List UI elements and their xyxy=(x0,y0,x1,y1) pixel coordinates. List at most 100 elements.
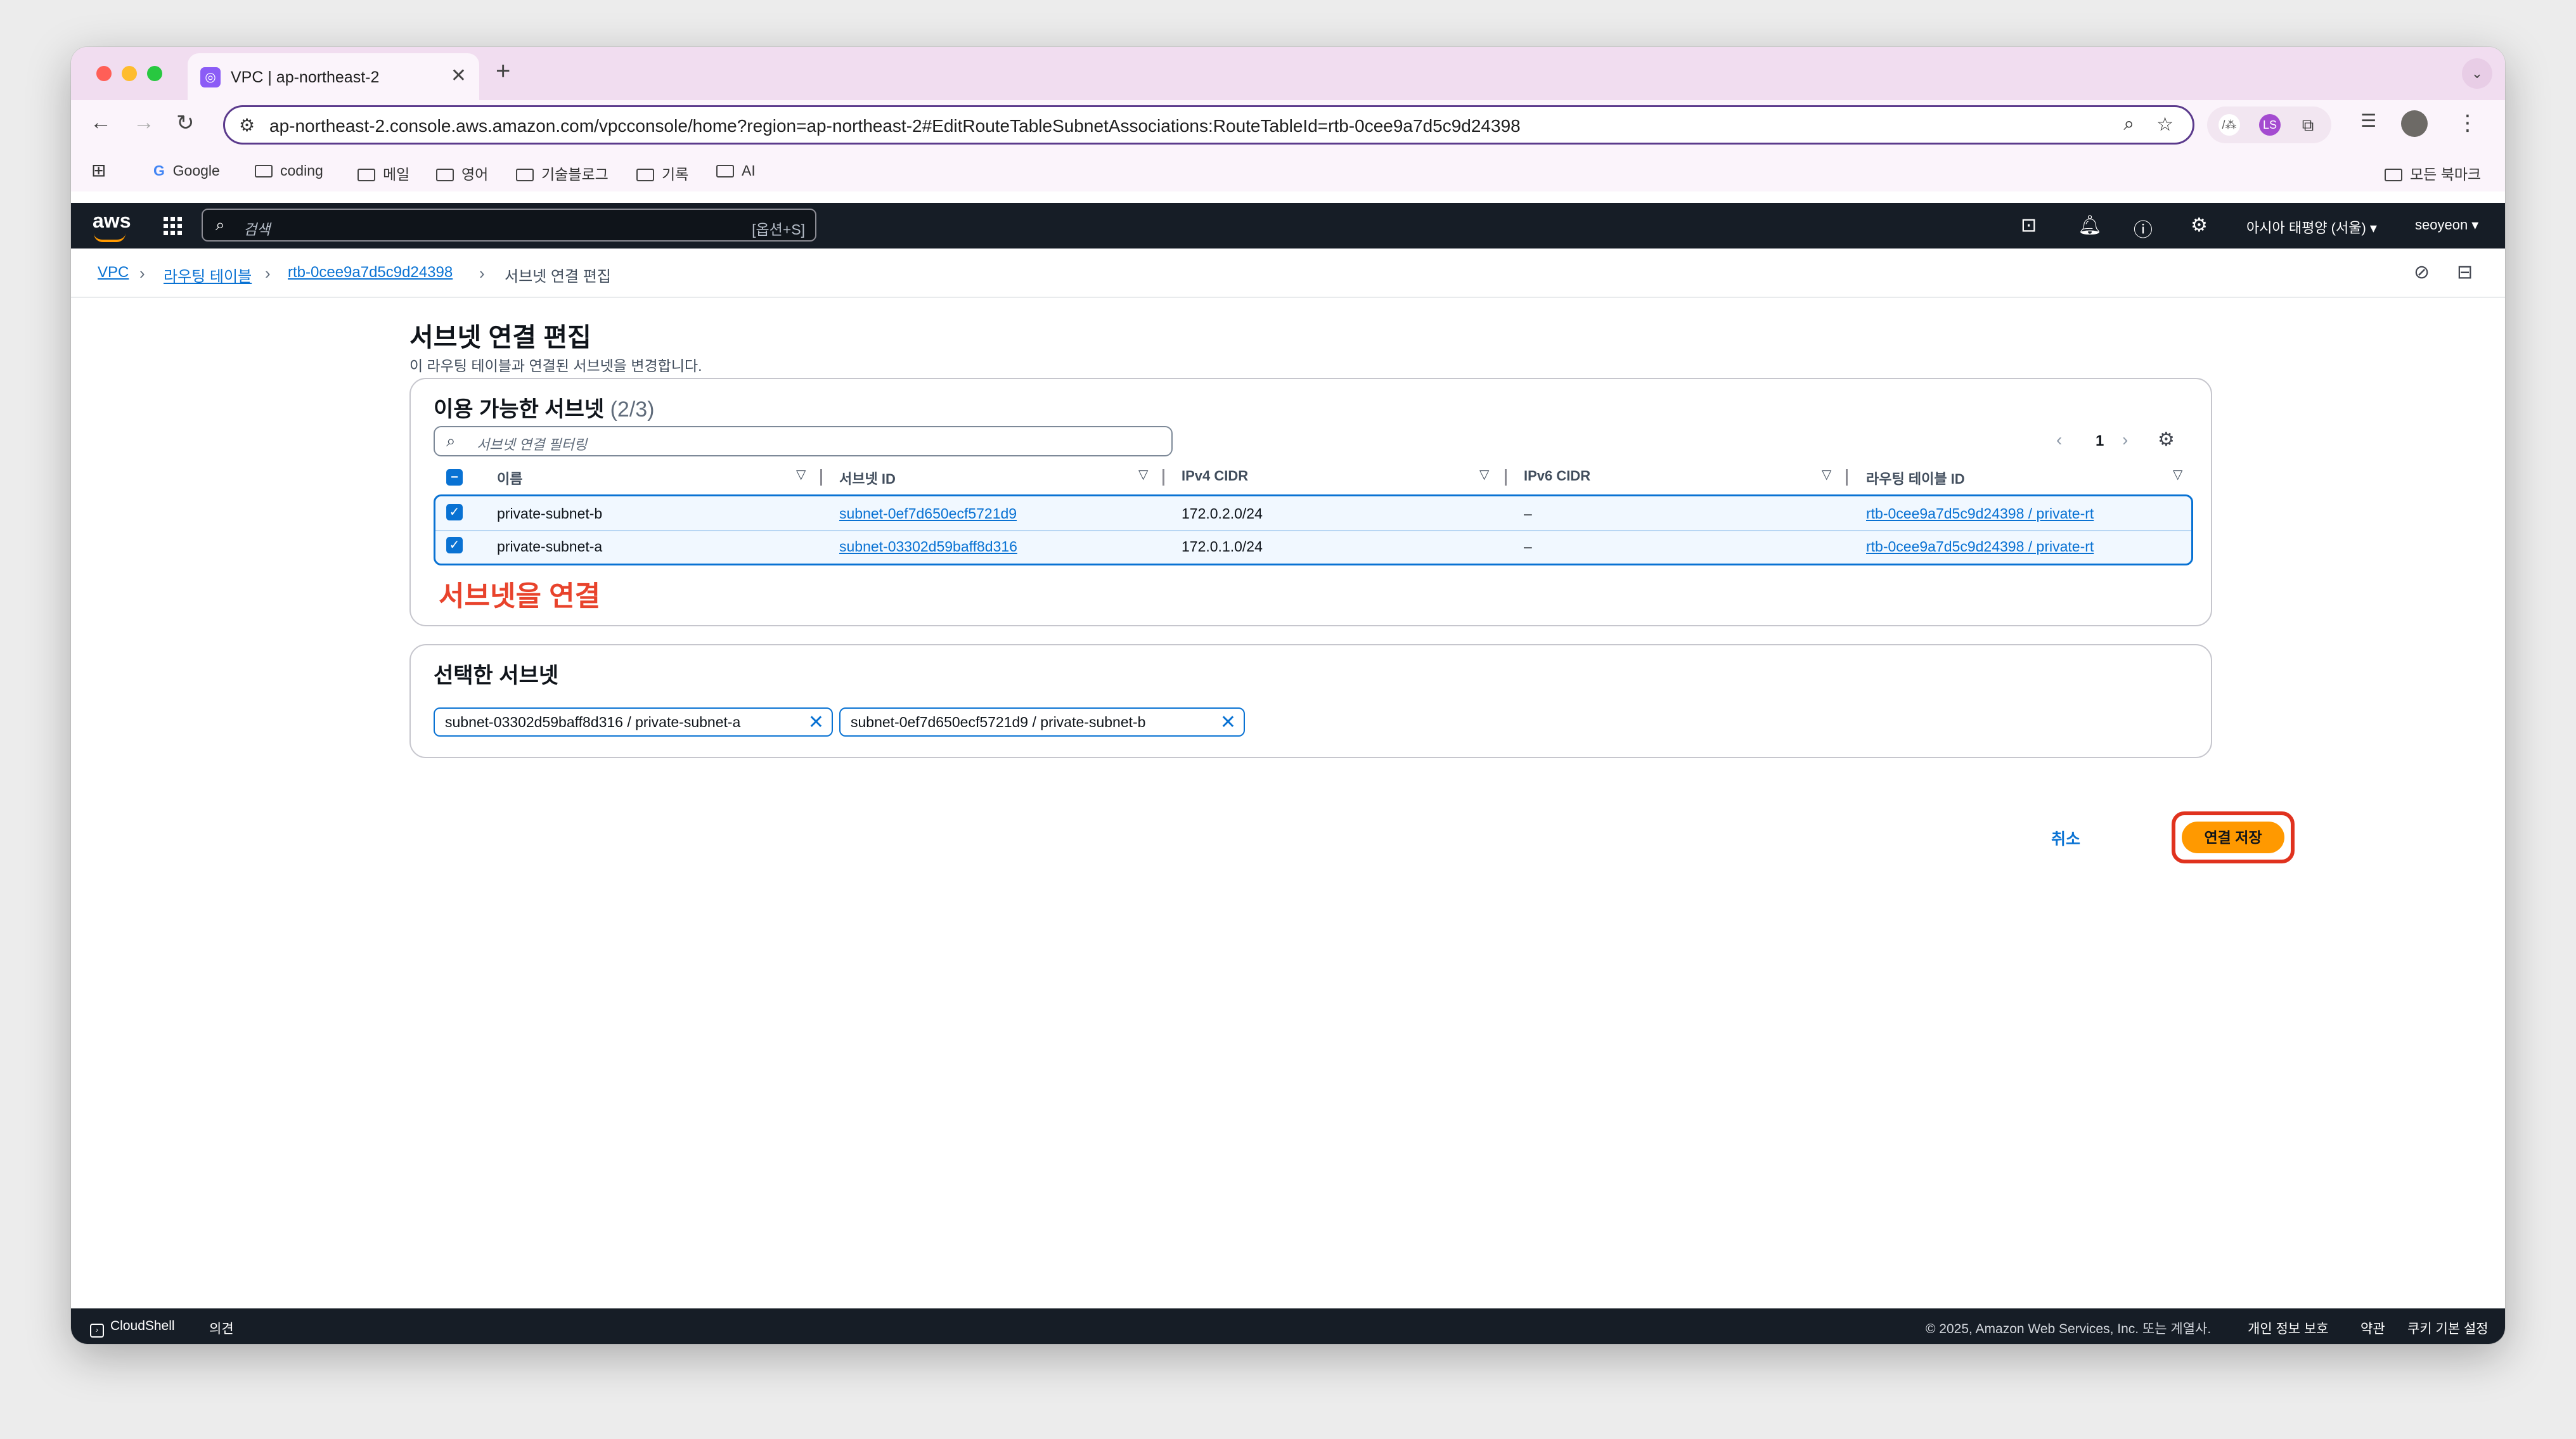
browser-toolbar: ← → ↻ ⚙ ap-northeast-2.console.aws.amazo… xyxy=(71,100,2505,151)
services-grid-icon[interactable] xyxy=(164,217,183,236)
remove-token-icon[interactable]: ✕ xyxy=(808,711,824,733)
select-all-checkbox[interactable]: − xyxy=(446,469,463,486)
prev-page-icon[interactable]: ‹ xyxy=(2056,430,2062,450)
sort-icon[interactable]: ▽ xyxy=(1822,467,1831,482)
zoom-icon[interactable]: ⌕ xyxy=(2123,113,2134,135)
account-menu[interactable]: seoyeon ▾ xyxy=(2415,217,2478,233)
ipv4-cidr: 172.0.2.0/24 xyxy=(1182,505,1263,522)
route-table-link[interactable]: rtb-0cee9a7d5c9d24398 / private-rt xyxy=(1866,538,2094,555)
minimize-window-button[interactable] xyxy=(122,66,137,81)
folder-icon xyxy=(2385,169,2402,181)
bookmark-star-icon[interactable]: ☆ xyxy=(2156,113,2174,136)
bookmarks-bar: ⊞ G Google coding 메일 영어 기술블로그 기록 AI 모든 북… xyxy=(71,151,2505,191)
ipv6-cidr: – xyxy=(1524,505,1532,522)
terms-link[interactable]: 약관 xyxy=(2360,1319,2385,1338)
reload-icon[interactable]: ↻ xyxy=(176,110,195,136)
bookmark-google[interactable]: G Google xyxy=(153,162,220,179)
column-subnet-id[interactable]: 서브넷 ID xyxy=(839,468,896,488)
info-panel-icon[interactable]: ⊘ xyxy=(2414,261,2430,283)
maximize-window-button[interactable] xyxy=(147,66,162,81)
cloudshell-icon[interactable]: ⊡ xyxy=(2021,214,2037,236)
help-icon[interactable]: ⓘ xyxy=(2134,214,2153,242)
chevron-right-icon: › xyxy=(139,264,145,283)
selected-subnet-token[interactable]: subnet-0ef7d650ecf5721d9 / private-subne… xyxy=(839,707,1245,737)
tab-close-icon[interactable]: ✕ xyxy=(451,65,467,87)
subnet-filter-input[interactable]: ⌕ 서브넷 연결 필터링 xyxy=(434,426,1173,456)
column-divider[interactable] xyxy=(820,469,822,486)
forward-arrow-icon[interactable]: → xyxy=(133,110,155,135)
privacy-link[interactable]: 개인 정보 보호 xyxy=(2248,1319,2329,1338)
back-arrow-icon[interactable]: ← xyxy=(90,110,112,135)
table-row[interactable]: ✓ private-subnet-b subnet-0ef7d650ecf572… xyxy=(435,496,2191,531)
bookmark-tech-blog[interactable]: 기술블로그 xyxy=(516,162,609,184)
sort-icon[interactable]: ▽ xyxy=(1138,467,1148,482)
aws-logo[interactable]: aws xyxy=(93,209,131,233)
site-settings-icon[interactable]: ⚙ xyxy=(239,115,255,136)
page-number[interactable]: 1 xyxy=(2096,432,2104,450)
subnet-id-link[interactable]: subnet-03302d59baff8d316 xyxy=(839,538,1017,555)
column-ipv6-cidr[interactable]: IPv6 CIDR xyxy=(1524,468,1590,484)
settings-gear-icon[interactable]: ⚙ xyxy=(2191,214,2208,236)
token-label: subnet-03302d59baff8d316 / private-subne… xyxy=(445,714,741,730)
aws-search-input[interactable]: ⌕ 검색 [옵션+S] xyxy=(202,209,816,242)
route-table-link[interactable]: rtb-0cee9a7d5c9d24398 / private-rt xyxy=(1866,505,2094,522)
column-ipv4-cidr[interactable]: IPv4 CIDR xyxy=(1182,468,1248,484)
column-name[interactable]: 이름 xyxy=(497,468,522,488)
notifications-bell-icon[interactable]: 🔔︎ xyxy=(2078,214,2102,236)
bookmark-mail[interactable]: 메일 xyxy=(357,162,409,184)
tab-search-chevron-icon[interactable]: ⌄ xyxy=(2462,58,2492,89)
apps-grid-icon[interactable]: ⊞ xyxy=(91,160,106,181)
browser-window: ◎ VPC | ap-northeast-2 ✕ + ⌄ ← → ↻ ⚙ ap-… xyxy=(71,47,2505,1344)
available-subnets-panel: 이용 가능한 서브넷 (2/3) ⌕ 서브넷 연결 필터링 ‹ 1 › ⚙ − … xyxy=(409,378,2212,626)
reading-list-icon[interactable]: ☰ xyxy=(2360,110,2376,131)
next-page-icon[interactable]: › xyxy=(2122,430,2128,450)
cookie-preferences-link[interactable]: 쿠키 기본 설정 xyxy=(2407,1319,2489,1338)
column-route-table-id[interactable]: 라우팅 테이블 ID xyxy=(1866,468,1965,488)
feedback-link[interactable]: 의견 xyxy=(209,1319,234,1338)
save-associations-button[interactable]: 연결 저장 xyxy=(2182,822,2284,853)
profile-avatar[interactable] xyxy=(2401,110,2428,137)
bookmark-records[interactable]: 기록 xyxy=(636,162,688,184)
feedback-screen-icon[interactable]: ⊟ xyxy=(2457,261,2473,283)
extensions-area: /⁂ LS ⧉ xyxy=(2207,106,2331,143)
cloudshell-button[interactable]: › CloudShell xyxy=(90,1319,175,1338)
table-row[interactable]: ✓ private-subnet-a subnet-03302d59baff8d… xyxy=(435,531,2191,564)
table-header: − 이름 ▽ 서브넷 ID ▽ IPv4 CIDR ▽ IPv6 CIDR ▽ … xyxy=(434,463,2196,491)
breadcrumb-vpc[interactable]: VPC xyxy=(98,264,129,281)
cancel-button[interactable]: 취소 xyxy=(2051,827,2080,849)
table-preferences-gear-icon[interactable]: ⚙ xyxy=(2158,429,2175,451)
all-bookmarks[interactable]: 모든 북마크 xyxy=(2385,162,2481,184)
subnet-id-link[interactable]: subnet-0ef7d650ecf5721d9 xyxy=(839,505,1017,522)
sort-icon[interactable]: ▽ xyxy=(2173,467,2182,482)
close-window-button[interactable] xyxy=(96,66,112,81)
breadcrumb-route-table-id[interactable]: rtb-0cee9a7d5c9d24398 xyxy=(288,264,453,281)
chevron-right-icon: › xyxy=(265,264,271,283)
breadcrumb-route-tables[interactable]: 라우팅 테이블 xyxy=(164,264,252,286)
address-bar[interactable]: ⚙ ap-northeast-2.console.aws.amazon.com/… xyxy=(223,105,2194,145)
folder-icon xyxy=(636,169,654,181)
column-divider[interactable] xyxy=(1505,469,1507,486)
region-selector[interactable]: 아시아 태평양 (서울) ▾ xyxy=(2246,217,2377,237)
column-divider[interactable] xyxy=(1162,469,1164,486)
bookmark-english[interactable]: 영어 xyxy=(436,162,488,184)
row-checkbox[interactable]: ✓ xyxy=(446,504,463,520)
selected-subnets-panel: 선택한 서브넷 subnet-03302d59baff8d316 / priva… xyxy=(409,644,2212,758)
sort-icon[interactable]: ▽ xyxy=(796,467,806,482)
browser-tab[interactable]: ◎ VPC | ap-northeast-2 ✕ xyxy=(188,53,479,100)
bookmark-coding[interactable]: coding xyxy=(255,162,323,179)
sort-icon[interactable]: ▽ xyxy=(1479,467,1489,482)
selected-subnet-token[interactable]: subnet-03302d59baff8d316 / private-subne… xyxy=(434,707,833,737)
bookmark-ai[interactable]: AI xyxy=(716,162,756,179)
bookmark-label: 영어 xyxy=(461,166,489,183)
new-tab-button[interactable]: + xyxy=(496,57,510,86)
puzzle-extensions-icon[interactable]: ⧉ xyxy=(2297,114,2319,136)
column-divider[interactable] xyxy=(1846,469,1848,486)
extension-icon[interactable]: /⁂ xyxy=(2219,114,2240,136)
profile-extension-badge[interactable]: LS xyxy=(2259,114,2281,136)
menu-kebab-icon[interactable]: ⋮ xyxy=(2457,110,2478,136)
copyright-text: © 2025, Amazon Web Services, Inc. 또는 계열사… xyxy=(1926,1322,2212,1336)
row-checkbox[interactable]: ✓ xyxy=(446,537,463,553)
remove-token-icon[interactable]: ✕ xyxy=(1220,711,1236,733)
breadcrumb: VPC › 라우팅 테이블 › rtb-0cee9a7d5c9d24398 › … xyxy=(71,248,2505,298)
available-title: 이용 가능한 서브넷 xyxy=(434,397,605,422)
